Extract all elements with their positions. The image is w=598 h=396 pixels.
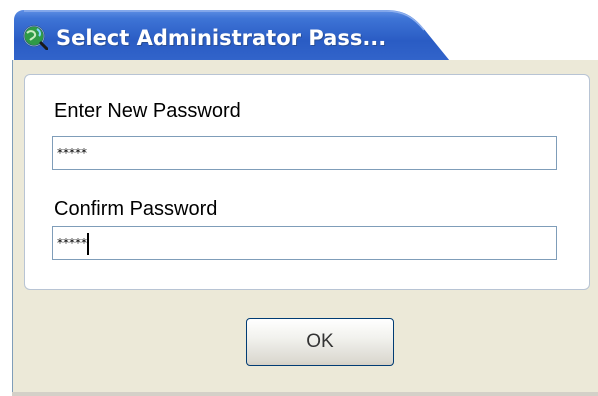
dialog-window: Select Administrator Pass... Enter New P… xyxy=(0,0,598,396)
new-password-field[interactable]: ***** xyxy=(52,136,557,170)
text-caret xyxy=(87,232,89,255)
window-title: Select Administrator Pass... xyxy=(56,26,387,50)
window-bottom-edge xyxy=(12,392,598,396)
confirm-password-field[interactable]: ***** xyxy=(52,226,557,260)
confirm-password-label: Confirm Password xyxy=(54,198,218,220)
globe-magnifier-icon xyxy=(22,24,49,51)
new-password-value: ***** xyxy=(57,146,87,160)
ok-button[interactable]: OK xyxy=(246,318,394,366)
confirm-password-value: ***** xyxy=(57,236,87,250)
new-password-label: Enter New Password xyxy=(54,100,241,122)
